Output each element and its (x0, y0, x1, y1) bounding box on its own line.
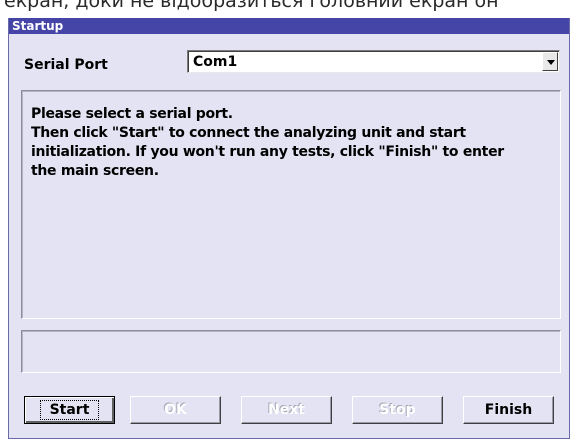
start-button-label: Start (39, 400, 100, 420)
instruction-line: initialization. If you won't run any tes… (31, 144, 504, 160)
dialog-titlebar[interactable]: Startup (9, 18, 569, 34)
next-button-label: Next (268, 402, 305, 418)
start-button[interactable]: Start (24, 396, 115, 424)
finish-button-label: Finish (484, 402, 533, 418)
dialog-title: Startup (12, 19, 64, 33)
instruction-line: Then click "Start" to connect the analyz… (31, 125, 466, 141)
stop-button: Stop (352, 396, 443, 424)
ok-button: OK (130, 396, 221, 424)
next-button: Next (241, 396, 332, 424)
background-caption-strip: екран, доки не відобразиться головний ек… (0, 0, 579, 18)
startup-dialog: Startup Serial Port Com1 Please select a… (8, 18, 570, 439)
status-box (21, 330, 561, 373)
serial-port-select[interactable]: Com1 (187, 50, 560, 73)
finish-button[interactable]: Finish (463, 396, 554, 424)
chevron-down-icon[interactable] (542, 52, 558, 71)
instructions-panel: Please select a serial port. Then click … (21, 90, 561, 319)
background-caption-text: екран, доки не відобразиться головний ек… (4, 0, 499, 12)
instruction-line: the main screen. (31, 163, 159, 179)
instruction-line: Please select a serial port. (31, 106, 233, 122)
ok-button-label: OK (164, 402, 187, 418)
serial-port-value: Com1 (193, 54, 238, 70)
serial-port-label: Serial Port (24, 57, 108, 73)
stop-button-label: Stop (379, 402, 416, 418)
